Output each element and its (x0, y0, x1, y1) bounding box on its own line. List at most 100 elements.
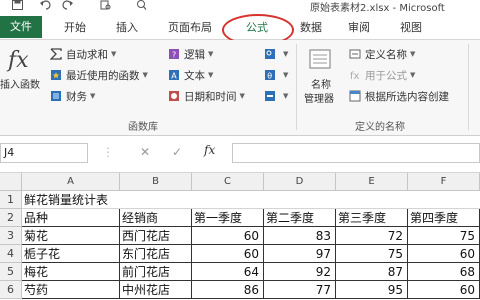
name-manager-label-2: 管理器 (304, 94, 334, 105)
row-header[interactable]: 5 (0, 263, 22, 281)
column-header[interactable]: F (408, 173, 480, 191)
logical-button[interactable]: ? 逻辑 ▼ (168, 46, 213, 62)
table-cell[interactable]: 60 (408, 281, 480, 299)
undo-icon[interactable] (40, 0, 51, 10)
zoom-icon[interactable] (136, 0, 147, 10)
table-cell[interactable]: 64 (192, 263, 264, 281)
table-cell[interactable]: 86 (192, 281, 264, 299)
group-separator (296, 44, 297, 130)
define-name-button[interactable]: 定义名称 ▼ (349, 46, 415, 62)
column-header[interactable]: B (120, 173, 192, 191)
select-all-corner[interactable] (0, 173, 22, 191)
svg-text:?: ? (172, 51, 176, 60)
table-cell[interactable]: 77 (264, 281, 336, 299)
table-header-cell[interactable]: 第二季度 (264, 209, 336, 227)
financial-book-icon (51, 91, 61, 101)
tab-file[interactable]: 文件 (0, 16, 42, 38)
table-header-cell[interactable]: 第一季度 (192, 209, 264, 227)
theta-icon: θ (265, 70, 275, 81)
row-header[interactable]: 2 (0, 209, 22, 227)
row-header[interactable]: 3 (0, 227, 22, 245)
table-cell[interactable]: 中州花店 (120, 281, 192, 299)
column-header[interactable]: C (192, 173, 264, 191)
table-cell[interactable]: 菊花 (22, 227, 120, 245)
defined-names-label: 定义的名称 (355, 122, 405, 133)
table-cell[interactable]: 83 (264, 227, 336, 245)
svg-text:θ: θ (267, 72, 272, 81)
table-cell[interactable]: 60 (192, 245, 264, 263)
recent-functions-button[interactable]: 最近使用的函数 ▼ (50, 67, 148, 83)
text-book-icon: A (169, 70, 179, 81)
create-from-selection-button[interactable]: 根据所选内容创建 (349, 88, 449, 104)
column-header[interactable]: A (22, 173, 120, 191)
group-separator (468, 44, 469, 130)
save-icon[interactable] (12, 0, 23, 10)
name-manager-label-1: 名称 (311, 80, 331, 91)
table-cell[interactable]: 栀子花 (22, 245, 120, 263)
table-header-cell[interactable]: 经销商 (120, 209, 192, 227)
insert-function-icon[interactable]: fx (204, 143, 215, 157)
logical-book-icon: ? (169, 49, 179, 60)
sigma-icon (50, 48, 62, 60)
table-cell[interactable]: 72 (336, 227, 408, 245)
lookup-reference-button[interactable]: ▼ (264, 46, 288, 62)
table-cell[interactable]: 97 (264, 245, 336, 263)
table-header-cell[interactable]: 第三季度 (336, 209, 408, 227)
table-cell[interactable]: 前门花店 (120, 263, 192, 281)
create-from-selection-icon (349, 90, 361, 102)
tab-data[interactable]: 数据 (300, 19, 322, 37)
fx-icon: fx (8, 48, 29, 73)
formula-input[interactable] (232, 143, 480, 163)
tab-view[interactable]: 视图 (400, 19, 422, 37)
autosum-button[interactable]: 自动求和 ▼ (50, 46, 116, 62)
table-cell[interactable]: 梅花 (22, 263, 120, 281)
tab-home[interactable]: 开始 (64, 19, 86, 37)
datetime-button[interactable]: 日期和时间 ▼ (168, 88, 245, 104)
more-functions-button[interactable]: ▼ (264, 88, 288, 104)
column-header[interactable]: E (336, 173, 408, 191)
svg-text:A: A (171, 72, 177, 81)
table-cell[interactable]: 芍药 (22, 281, 120, 299)
row-header[interactable]: 4 (0, 245, 22, 263)
name-box[interactable]: J4 (0, 143, 88, 163)
tab-insert[interactable]: 插入 (116, 19, 138, 37)
formula-bar-menu-icon: ⋮ (102, 145, 114, 159)
window-title: 原始表素材2.xlsx - Microsoft (310, 3, 445, 14)
star-book-icon (51, 70, 61, 80)
title-bar: 原始表素材2.xlsx - Microsoft (0, 0, 480, 14)
redo-icon[interactable] (62, 0, 73, 10)
sheet-title-cell[interactable]: 鲜花销量统计表 (22, 191, 480, 209)
tab-review[interactable]: 审阅 (348, 19, 370, 37)
enter-icon[interactable]: ✓ (172, 145, 182, 159)
table-cell[interactable]: 60 (192, 227, 264, 245)
table-cell[interactable]: 68 (408, 263, 480, 281)
formula-bar: J4 ⋮ ✕ ✓ fx (0, 137, 480, 173)
table-cell[interactable]: 87 (336, 263, 408, 281)
row-header[interactable]: 1 (0, 191, 22, 209)
tab-page-layout[interactable]: 页面布局 (168, 19, 212, 37)
spreadsheet-grid: A B C D E F 1 鲜花销量统计表 2 品种 经销商 第一季度 第二季度… (0, 173, 480, 300)
use-in-formula-icon: fx (350, 71, 360, 81)
cancel-icon[interactable]: ✕ (140, 145, 150, 159)
column-header[interactable]: D (264, 173, 336, 191)
table-cell[interactable]: 95 (336, 281, 408, 299)
use-in-formula-button[interactable]: fx 用于公式 ▼ (349, 67, 415, 83)
function-library-label: 函数库 (128, 122, 158, 133)
table-cell[interactable]: 东门花店 (120, 245, 192, 263)
table-header-cell[interactable]: 第四季度 (408, 209, 480, 227)
print-preview-icon[interactable] (100, 0, 111, 10)
table-cell[interactable]: 75 (408, 227, 480, 245)
table-cell[interactable]: 西门花店 (120, 227, 192, 245)
define-name-icon (349, 49, 361, 59)
text-button[interactable]: A 文本 ▼ (168, 67, 213, 83)
table-cell[interactable]: 60 (408, 245, 480, 263)
table-cell[interactable]: 92 (264, 263, 336, 281)
table-cell[interactable]: 75 (336, 245, 408, 263)
table-header-cell[interactable]: 品种 (22, 209, 120, 227)
ribbon-panel: fx 插入函数 自动求和 ▼ 最近使用的函数 ▼ 财务 ▼ ? 逻辑 ▼ A 文本 ▼ 日… (0, 40, 480, 136)
math-trig-button[interactable]: θ ▼ (264, 67, 288, 83)
insert-function-label: 插入函数 (0, 80, 40, 91)
row-header[interactable]: 6 (0, 281, 22, 299)
svg-text:fx: fx (350, 71, 360, 81)
financial-button[interactable]: 财务 ▼ (50, 88, 95, 104)
